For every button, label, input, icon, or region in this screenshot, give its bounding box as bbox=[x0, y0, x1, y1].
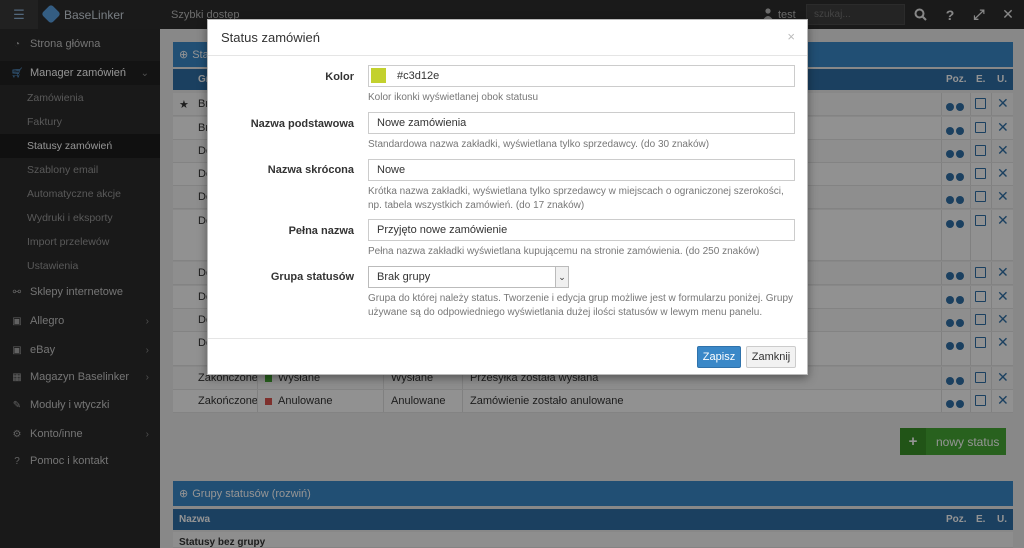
status-group-label: Grupa statusów bbox=[270, 271, 354, 283]
color-label: Kolor bbox=[325, 71, 354, 83]
status-group-select[interactable]: Brak grupy ⌄ bbox=[368, 266, 569, 288]
close-icon[interactable]: × bbox=[787, 29, 795, 44]
status-group-help: Grupa do której należy status. Tworzenie… bbox=[368, 293, 794, 318]
modal-title: Status zamówień bbox=[221, 30, 320, 45]
color-field[interactable]: #c3d12e bbox=[368, 65, 795, 87]
chevron-down-icon: ⌄ bbox=[555, 267, 568, 287]
status-group-value: Brak grupy bbox=[377, 271, 431, 283]
color-help: Kolor ikonki wyświetlanej obok statusu bbox=[368, 92, 539, 103]
close-button[interactable]: Zamknij bbox=[746, 346, 796, 368]
full-name-help: Pełna nazwa zakładki wyświetlana kupując… bbox=[368, 246, 760, 257]
short-name-help: Krótka nazwa zakładki, wyświetlana tylko… bbox=[368, 186, 784, 211]
divider bbox=[208, 338, 807, 339]
full-name-field[interactable] bbox=[368, 219, 795, 241]
divider bbox=[208, 55, 807, 56]
base-name-label: Nazwa podstawowa bbox=[250, 118, 354, 130]
short-name-label: Nazwa skrócona bbox=[267, 164, 354, 176]
status-modal: Status zamówień × Kolor #c3d12e Kolor ik… bbox=[207, 19, 808, 375]
save-button[interactable]: Zapisz bbox=[697, 346, 741, 368]
base-name-help: Standardowa nazwa zakładki, wyświetlana … bbox=[368, 139, 710, 150]
short-name-field[interactable] bbox=[368, 159, 795, 181]
color-value: #c3d12e bbox=[397, 70, 440, 82]
color-swatch[interactable] bbox=[371, 68, 386, 83]
base-name-field[interactable] bbox=[368, 112, 795, 134]
full-name-label: Pełna nazwa bbox=[288, 225, 354, 237]
